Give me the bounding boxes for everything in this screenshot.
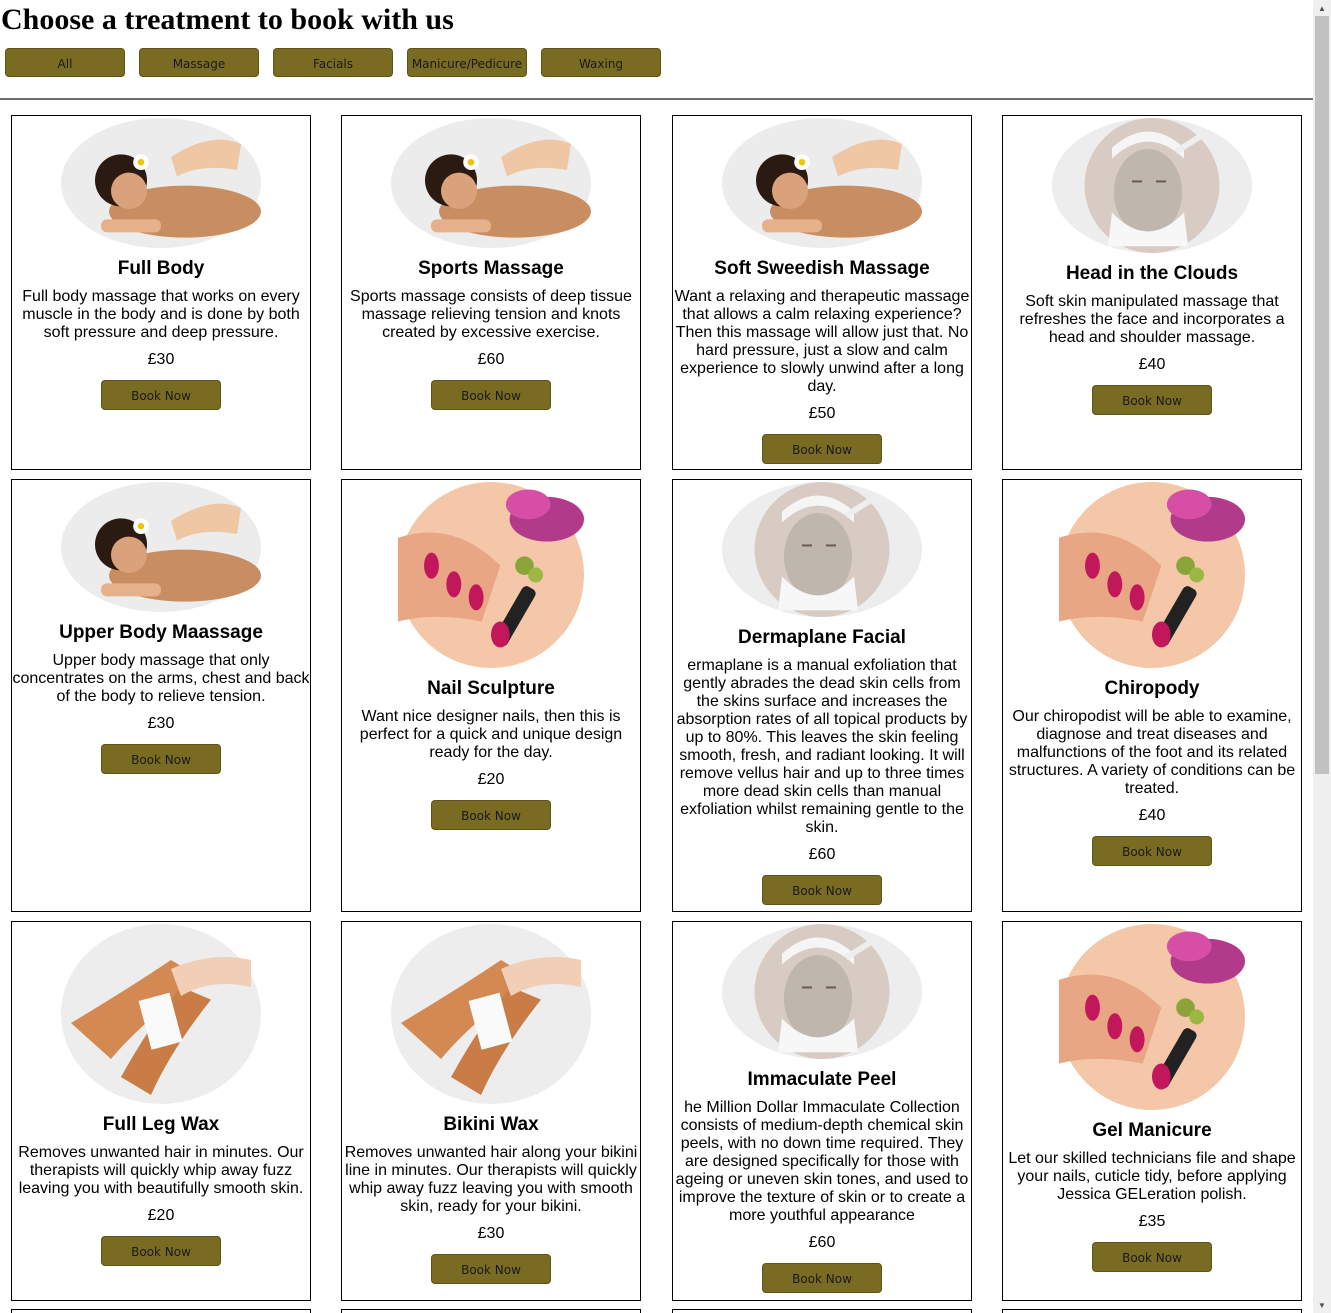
treatment-card-gel-manicure: Gel Manicure Let our skilled technicians … <box>1002 921 1302 1301</box>
book-now-button[interactable]: Book Now <box>762 434 882 464</box>
treatment-image <box>342 922 640 1104</box>
treatment-card-immaculate-peel: Immaculate Peel he Million Dollar Immacul… <box>672 921 972 1301</box>
book-now-button[interactable]: Book Now <box>101 744 221 774</box>
treatment-title: Full Body <box>117 258 205 279</box>
treatment-description: he Million Dollar Immaculate Collection … <box>675 1099 969 1224</box>
treatment-title: Nail Sculpture <box>427 678 555 699</box>
treatment-image <box>1003 922 1301 1110</box>
treatment-image <box>12 116 310 248</box>
treatment-card-partial <box>1002 1309 1302 1313</box>
treatment-card-full-body: Full Body Full body massage that works on… <box>11 115 311 470</box>
treatment-title: Immaculate Peel <box>747 1069 897 1090</box>
treatment-description: Soft skin manipulated massage that refre… <box>1019 293 1285 346</box>
treatment-description: Removes unwanted hair along your bikini … <box>344 1144 638 1215</box>
treatment-card-dermaplane-facial: Dermaplane Facial ermaplane is a manual e… <box>672 479 972 912</box>
treatment-card-full-leg-wax: Full Leg Wax Removes unwanted hair in min… <box>11 921 311 1301</box>
page: Choose a treatment to book with us All M… <box>0 0 1313 1313</box>
treatment-title: Head in the Clouds <box>1065 263 1239 284</box>
treatment-description: Sports massage consists of deep tissue m… <box>350 288 632 341</box>
book-now-button[interactable]: Book Now <box>431 800 551 830</box>
treatment-image <box>673 116 971 248</box>
treatment-card-partial <box>341 1309 641 1313</box>
treatment-image <box>342 480 640 668</box>
treatment-description: Full body massage that works on every mu… <box>22 288 300 341</box>
treatment-price: £60 <box>808 1234 836 1251</box>
treatment-card-sports-massage: Sports Massage Sports massage consists of… <box>341 115 641 470</box>
treatment-image <box>12 480 310 612</box>
treatment-title: Dermaplane Facial <box>738 627 906 648</box>
treatment-price: £20 <box>147 1207 175 1224</box>
scroll-down-icon[interactable]: ▼ <box>1313 1297 1331 1313</box>
book-now-button[interactable]: Book Now <box>101 1236 221 1266</box>
treatment-price: £20 <box>477 771 505 788</box>
treatment-description: Let our skilled technicians file and sha… <box>1008 1150 1296 1203</box>
treatment-price: £35 <box>1138 1213 1166 1230</box>
treatment-price: £40 <box>1138 807 1166 824</box>
treatment-card-nail-sculpture: Nail Sculpture Want nice designer nails, … <box>341 479 641 912</box>
treatment-price: £60 <box>808 846 836 863</box>
treatment-price: £30 <box>147 715 175 732</box>
treatment-card-upper-body-maassage: Upper Body Maassage Upper body massage th… <box>11 479 311 912</box>
scrollbar-thumb[interactable] <box>1315 16 1329 774</box>
treatment-image <box>342 116 640 248</box>
vertical-scrollbar[interactable]: ▲ ▼ <box>1313 0 1331 1313</box>
book-now-button[interactable]: Book Now <box>1092 385 1212 415</box>
book-now-button[interactable]: Book Now <box>101 380 221 410</box>
treatment-description: Upper body massage that only concentrate… <box>12 652 310 705</box>
treatment-image <box>12 922 310 1104</box>
treatment-title: Upper Body Maassage <box>59 622 263 643</box>
treatment-price: £50 <box>808 405 836 422</box>
treatment-title: Gel Manicure <box>1092 1120 1212 1141</box>
treatment-description: Removes unwanted hair in minutes. Our th… <box>18 1144 304 1197</box>
treatment-description: Want a relaxing and therapeutic massage … <box>674 288 970 395</box>
treatment-description: Want nice designer nails, then this is p… <box>359 708 623 761</box>
book-now-button[interactable]: Book Now <box>762 1263 882 1293</box>
book-now-button[interactable]: Book Now <box>1092 1242 1212 1272</box>
book-now-button[interactable]: Book Now <box>431 1254 551 1284</box>
treatment-image <box>673 922 971 1059</box>
treatment-card-soft-sweedish-massage: Soft Sweedish Massage Want a relaxing and… <box>672 115 972 470</box>
treatment-card-chiropody: Chiropody Our chiropodist will be able to… <box>1002 479 1302 912</box>
treatment-price: £60 <box>477 351 505 368</box>
book-now-button[interactable]: Book Now <box>431 380 551 410</box>
treatment-title: Soft Sweedish Massage <box>714 258 930 279</box>
treatment-description: Our chiropodist will be able to examine,… <box>1008 708 1296 797</box>
treatment-description: ermaplane is a manual exfoliation that g… <box>676 657 968 836</box>
treatment-price: £30 <box>147 351 175 368</box>
treatment-card-head-in-the-clouds: Head in the Clouds Soft skin manipulated … <box>1002 115 1302 470</box>
treatment-card-partial <box>672 1309 972 1313</box>
treatment-grid: Full Body Full body massage that works on… <box>0 0 1313 1313</box>
treatment-title: Sports Massage <box>418 258 564 279</box>
treatment-image <box>1003 116 1301 253</box>
treatment-price: £40 <box>1138 356 1166 373</box>
treatment-card-partial <box>11 1309 311 1313</box>
treatment-title: Chiropody <box>1104 678 1200 699</box>
treatment-card-bikini-wax: Bikini Wax Removes unwanted hair along yo… <box>341 921 641 1301</box>
treatment-price: £30 <box>477 1225 505 1242</box>
book-now-button[interactable]: Book Now <box>762 875 882 905</box>
treatment-image <box>673 480 971 617</box>
book-now-button[interactable]: Book Now <box>1092 836 1212 866</box>
scroll-up-icon[interactable]: ▲ <box>1313 0 1331 16</box>
treatment-image <box>1003 480 1301 668</box>
treatment-title: Full Leg Wax <box>102 1114 220 1135</box>
treatment-title: Bikini Wax <box>443 1114 539 1135</box>
